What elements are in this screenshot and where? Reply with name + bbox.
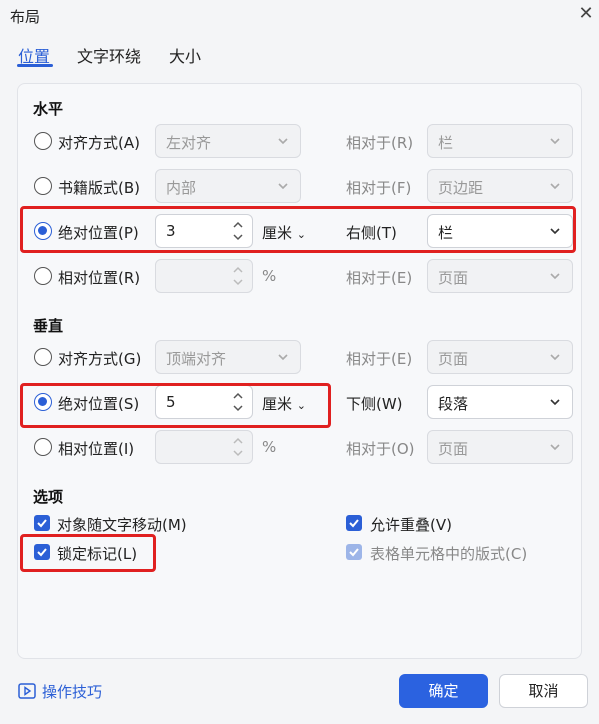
- active-tab-indicator: [17, 64, 53, 67]
- options-section-title: 选项: [33, 488, 64, 506]
- move-with-text-checkbox[interactable]: [34, 515, 50, 531]
- v-relative-radio[interactable]: [34, 438, 52, 456]
- title-bar: 布局 ✕: [0, 0, 599, 32]
- allow-overlap-checkbox[interactable]: [346, 515, 362, 531]
- chevron-down-icon: [278, 138, 288, 145]
- h-book-relative-select[interactable]: 页边距: [427, 169, 573, 203]
- v-relative-relative-value: 页面: [438, 440, 469, 458]
- h-absolute-unit[interactable]: 厘米 ⌄: [262, 222, 306, 243]
- tab-text-wrap[interactable]: 文字环绕: [77, 43, 141, 67]
- v-absolute-radio[interactable]: [34, 393, 52, 411]
- cancel-button[interactable]: 取消: [499, 674, 588, 708]
- check-icon: [349, 548, 359, 557]
- chevron-down-icon: [550, 354, 560, 361]
- v-absolute-relative-select[interactable]: 段落: [427, 385, 573, 419]
- lock-anchor-label: 锁定标记(L): [57, 545, 138, 563]
- check-icon: [37, 519, 47, 528]
- h-align-relative-label: 相对于(R): [346, 134, 414, 152]
- v-absolute-label: 绝对位置(S): [58, 395, 140, 413]
- h-relative-relative-select[interactable]: 页面: [427, 259, 573, 293]
- h-align-relative-value: 栏: [438, 134, 454, 152]
- table-cell-layout-label: 表格单元格中的版式(C): [370, 545, 528, 563]
- h-absolute-relative-label: 右侧(T): [346, 224, 397, 242]
- ok-button[interactable]: 确定: [399, 674, 488, 708]
- tab-bar: 位置 文字环绕 大小: [0, 38, 599, 74]
- h-absolute-label: 绝对位置(P): [58, 224, 139, 242]
- stepper-arrows-icon[interactable]: [231, 389, 245, 415]
- v-relative-unit: %: [262, 438, 277, 456]
- chevron-down-icon: [550, 138, 560, 145]
- close-icon[interactable]: ✕: [576, 4, 596, 24]
- horizontal-section-title: 水平: [33, 100, 64, 118]
- check-icon: [37, 548, 47, 557]
- h-relative-label: 相对位置(R): [58, 269, 141, 287]
- h-book-layout-label: 书籍版式(B): [58, 179, 140, 197]
- h-absolute-value: 3: [166, 222, 176, 240]
- h-book-layout-radio[interactable]: [34, 177, 52, 195]
- allow-overlap-label: 允许重叠(V): [370, 516, 452, 534]
- h-book-layout-select[interactable]: 内部: [155, 169, 301, 203]
- h-relative-radio[interactable]: [34, 267, 52, 285]
- vertical-section-title: 垂直: [33, 317, 64, 335]
- v-absolute-unit[interactable]: 厘米 ⌄: [262, 393, 306, 414]
- v-align-relative-select[interactable]: 页面: [427, 340, 573, 374]
- h-align-label: 对齐方式(A): [58, 134, 140, 152]
- h-book-relative-value: 页边距: [438, 179, 484, 197]
- stepper-arrows-icon[interactable]: [231, 263, 245, 289]
- h-absolute-unit-label: 厘米: [262, 224, 293, 242]
- chevron-down-icon: [278, 354, 288, 361]
- h-absolute-relative-select[interactable]: 栏: [427, 214, 573, 248]
- v-absolute-value: 5: [166, 393, 176, 411]
- h-align-select[interactable]: 左对齐: [155, 124, 301, 158]
- h-relative-relative-value: 页面: [438, 269, 469, 287]
- v-relative-relative-select[interactable]: 页面: [427, 430, 573, 464]
- lock-anchor-checkbox[interactable]: [34, 544, 50, 560]
- tips-link[interactable]: 操作技巧: [42, 681, 102, 702]
- h-relative-stepper[interactable]: [155, 259, 253, 293]
- h-absolute-stepper[interactable]: 3: [155, 214, 253, 248]
- h-relative-unit: %: [262, 267, 277, 285]
- chevron-down-icon: [550, 399, 560, 406]
- move-with-text-label: 对象随文字移动(M): [57, 516, 187, 534]
- chevron-down-icon: ⌄: [296, 228, 307, 241]
- h-relative-relative-label: 相对于(E): [346, 269, 413, 287]
- v-relative-stepper[interactable]: [155, 430, 253, 464]
- v-relative-relative-label: 相对于(O): [346, 440, 415, 458]
- h-book-relative-label: 相对于(F): [346, 179, 412, 197]
- chevron-down-icon: ⌄: [296, 399, 307, 412]
- v-align-relative-label: 相对于(E): [346, 350, 413, 368]
- h-absolute-radio[interactable]: [34, 222, 52, 240]
- check-icon: [349, 519, 359, 528]
- v-align-radio[interactable]: [34, 348, 52, 366]
- v-absolute-unit-label: 厘米: [262, 395, 293, 413]
- stepper-arrows-icon[interactable]: [231, 434, 245, 460]
- chevron-down-icon: [550, 444, 560, 451]
- h-align-radio[interactable]: [34, 132, 52, 150]
- h-align-relative-select[interactable]: 栏: [427, 124, 573, 158]
- table-cell-layout-checkbox[interactable]: [346, 544, 362, 560]
- chevron-down-icon: [278, 183, 288, 190]
- v-align-value: 顶端对齐: [166, 350, 227, 368]
- v-absolute-relative-value: 段落: [438, 395, 469, 413]
- v-relative-label: 相对位置(I): [58, 440, 135, 458]
- stepper-arrows-icon[interactable]: [231, 218, 245, 244]
- v-align-label: 对齐方式(G): [58, 350, 142, 368]
- play-tutorial-icon[interactable]: [18, 683, 36, 699]
- v-align-select[interactable]: 顶端对齐: [155, 340, 301, 374]
- dialog-title: 布局: [10, 8, 41, 26]
- h-align-value: 左对齐: [166, 134, 212, 152]
- v-absolute-stepper[interactable]: 5: [155, 385, 253, 419]
- chevron-down-icon: [550, 183, 560, 190]
- v-align-relative-value: 页面: [438, 350, 469, 368]
- v-absolute-relative-label: 下侧(W): [346, 395, 403, 413]
- chevron-down-icon: [550, 228, 560, 235]
- h-book-layout-value: 内部: [166, 179, 197, 197]
- chevron-down-icon: [550, 273, 560, 280]
- h-absolute-relative-value: 栏: [438, 224, 454, 242]
- tab-size[interactable]: 大小: [169, 43, 201, 67]
